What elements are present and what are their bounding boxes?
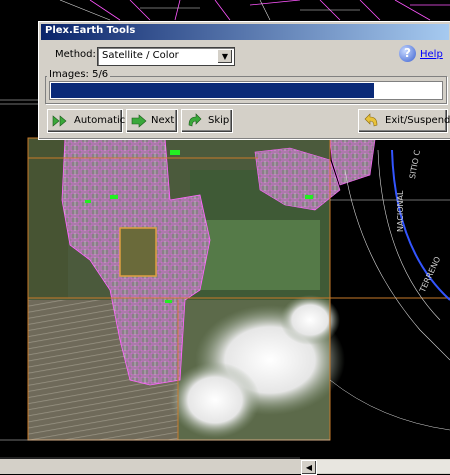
method-value: Satellite / Color — [102, 50, 179, 61]
next-button[interactable]: Next — [126, 109, 178, 133]
dialog-titlebar[interactable]: Plex.Earth Tools — [41, 24, 449, 40]
exit-suspend-label: Exit/Suspend — [385, 115, 450, 126]
skip-label: Skip — [208, 115, 230, 126]
chevron-down-icon[interactable]: ▼ — [217, 49, 233, 64]
help-icon[interactable]: ? — [399, 45, 416, 62]
progress-fill — [51, 83, 375, 98]
dialog-title: Plex.Earth Tools — [45, 25, 136, 36]
arrow-right-icon — [131, 114, 147, 128]
return-arrow-icon — [364, 113, 378, 127]
scrollbar-track[interactable] — [317, 460, 450, 473]
exit-suspend-button[interactable]: Exit/Suspend — [358, 109, 450, 133]
images-count-label: Images: 5/6 — [47, 69, 111, 80]
skip-button[interactable]: Skip — [181, 109, 233, 133]
map-label-nacional: NACIONAL — [396, 190, 405, 232]
next-label: Next — [151, 115, 175, 126]
automatic-label: Automatic — [74, 115, 126, 126]
horizontal-scrollbar[interactable]: ◀ — [0, 459, 450, 475]
method-select[interactable]: Satellite / Color ▼ — [97, 47, 235, 66]
automatic-button[interactable]: Automatic — [47, 109, 126, 133]
skip-arrow-icon — [188, 113, 202, 127]
double-arrow-icon — [52, 115, 67, 127]
plex-earth-dialog: Plex.Earth Tools Method: Satellite / Col… — [38, 21, 450, 140]
images-progress-bar — [49, 81, 443, 100]
scroll-left-icon[interactable]: ◀ — [301, 460, 317, 475]
method-label: Method: — [55, 49, 96, 60]
help-link[interactable]: Help — [420, 49, 443, 60]
